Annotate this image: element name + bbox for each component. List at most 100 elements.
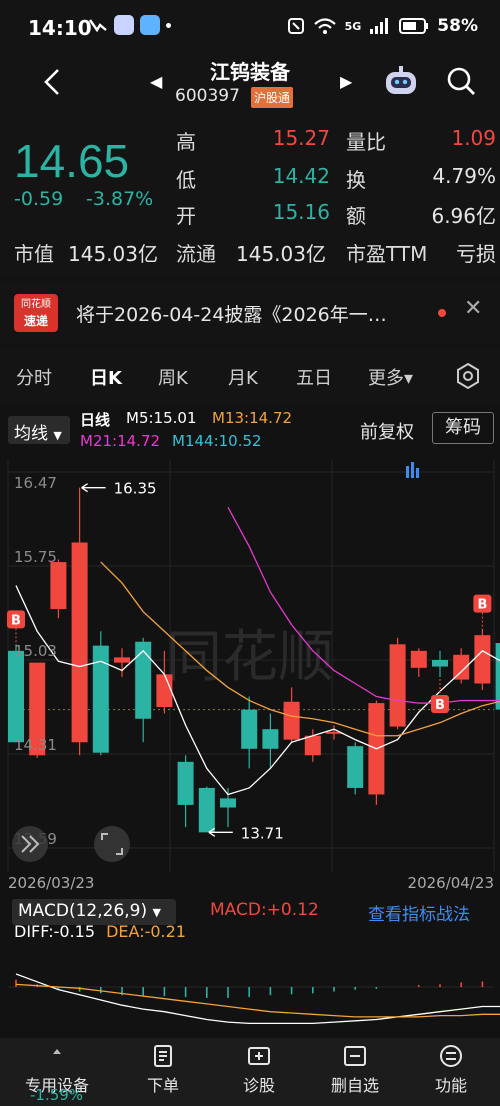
candle-body bbox=[198, 787, 215, 833]
close-icon[interactable]: ✕ bbox=[464, 296, 482, 321]
diagnose-label: 诊股 bbox=[242, 1076, 275, 1095]
remove-watchlist-button[interactable]: 删自选 bbox=[310, 1044, 400, 1096]
settings-icon[interactable] bbox=[454, 362, 482, 390]
column-chart-icon[interactable] bbox=[406, 462, 419, 478]
chevron-down-icon: ▼ bbox=[152, 906, 161, 919]
nfc-icon bbox=[287, 18, 304, 34]
stock-name: 江钨装备 bbox=[210, 60, 290, 84]
order-icon bbox=[154, 1045, 172, 1067]
candle-body bbox=[262, 729, 279, 749]
status-bar: 14:10 5G 58% bbox=[0, 0, 500, 56]
ma21-label: M21:14.72 bbox=[80, 432, 161, 450]
tab-monthly-k[interactable]: 月K bbox=[228, 364, 258, 390]
buy-signal-marker[interactable]: B bbox=[473, 594, 492, 627]
price-change-pct: -3.87% bbox=[86, 188, 154, 210]
candle-body bbox=[241, 709, 258, 749]
market-cap-label: 市值 bbox=[14, 242, 54, 266]
diagnose-button[interactable]: 诊股 bbox=[214, 1044, 304, 1096]
app-notification-icon bbox=[89, 19, 107, 33]
y-tick-label: 15.75 bbox=[14, 548, 57, 566]
ma-select[interactable]: 均线 ▼ bbox=[8, 416, 70, 444]
candle-body bbox=[453, 654, 470, 680]
tab-weekly-k[interactable]: 周K bbox=[158, 364, 188, 390]
price-change: -0.59 bbox=[14, 188, 64, 210]
search-icon[interactable] bbox=[444, 64, 478, 98]
volume-ratio-label: 量比 bbox=[346, 130, 386, 154]
market-cap-value: 145.03亿 bbox=[68, 242, 158, 266]
buy-signal-label: B bbox=[11, 613, 21, 628]
volume-ratio-value: 1.09 bbox=[451, 126, 496, 150]
hk-connect-tag: 沪股通 bbox=[251, 87, 294, 108]
order-button[interactable]: 下单 bbox=[118, 1044, 208, 1096]
candle-body bbox=[474, 635, 491, 684]
candle-body bbox=[495, 643, 500, 710]
order-label: 下单 bbox=[146, 1076, 179, 1095]
turnover-value: 4.79% bbox=[432, 164, 496, 188]
low-price-label: 13.71 bbox=[241, 824, 284, 842]
high-value: 15.27 bbox=[272, 126, 330, 150]
functions-icon bbox=[440, 1045, 462, 1067]
app-notification-icon bbox=[114, 15, 134, 35]
y-tick-label: 15.03 bbox=[14, 642, 57, 660]
chip-distribution-button[interactable]: 筹码 bbox=[432, 412, 494, 444]
news-logo-line1: 同花顺 bbox=[21, 299, 51, 310]
dea-line bbox=[15, 983, 500, 1018]
period-label: 日线 bbox=[80, 411, 111, 429]
remove-watchlist-label: 删自选 bbox=[330, 1076, 379, 1095]
battery-icon bbox=[399, 18, 429, 34]
news-logo: 同花顺 速递 bbox=[14, 294, 58, 332]
news-ticker[interactable]: 同花顺 速递 将于2026-04-24披露《2026年一… ✕ bbox=[0, 282, 500, 344]
battery-level: 58% bbox=[437, 16, 478, 36]
expand-panel-icon[interactable] bbox=[12, 826, 48, 862]
candle-body bbox=[410, 650, 427, 668]
buy-signal-marker[interactable]: B bbox=[431, 678, 449, 713]
macd-chart[interactable] bbox=[0, 940, 500, 1034]
pe-value: 亏损 bbox=[456, 242, 496, 266]
tab-intraday[interactable]: 分时 bbox=[16, 364, 52, 390]
macd-header: MACD(12,26,9) ▼ MACD:+0.12 查看指标战法 DIFF:-… bbox=[0, 894, 500, 944]
more-notifications-icon bbox=[166, 22, 171, 28]
candle-body bbox=[114, 657, 130, 663]
candle-body bbox=[71, 542, 88, 743]
candle-body bbox=[347, 746, 364, 788]
next-stock-arrow-icon[interactable]: ▶ bbox=[340, 72, 352, 91]
fullscreen-icon[interactable] bbox=[94, 826, 130, 862]
diff-value: DIFF:-0.15 bbox=[14, 922, 95, 941]
x-end-label: 2026/04/23 bbox=[408, 874, 494, 892]
indicator-strategy-link[interactable]: 查看指标战法 bbox=[368, 900, 470, 925]
robot-assistant-icon[interactable] bbox=[382, 64, 420, 98]
functions-label: 功能 bbox=[434, 1076, 467, 1095]
tab-daily-k[interactable]: 日K bbox=[90, 364, 122, 390]
bottom-toolbar: 专用设备 -1.59% 下单 诊股 删自选 功能 bbox=[0, 1038, 500, 1106]
wifi-icon bbox=[313, 18, 336, 34]
stock-code: 600397 bbox=[175, 86, 240, 106]
low-label: 低 bbox=[176, 168, 196, 192]
sector-change: -1.59% bbox=[30, 1086, 84, 1104]
ma144-label: M144:10.52 bbox=[172, 432, 262, 450]
buy-signal-marker[interactable]: B bbox=[7, 610, 25, 643]
tab-five-day[interactable]: 五日 bbox=[296, 364, 332, 390]
functions-button[interactable]: 功能 bbox=[406, 1044, 496, 1096]
open-label: 开 bbox=[176, 204, 196, 228]
watermark-text: 同花顺 bbox=[166, 625, 334, 690]
chevron-down-icon: ▼ bbox=[53, 429, 62, 442]
low-value: 14.42 bbox=[272, 164, 330, 188]
price-adjust-select[interactable]: 前复权 bbox=[360, 418, 414, 444]
quote-panel: 14.65 -0.59 -3.87% 高 15.27 低 14.42 开 15.… bbox=[0, 114, 500, 274]
ma5-label: M5:15.01 bbox=[126, 409, 197, 427]
float-cap-label: 流通 bbox=[176, 242, 216, 266]
period-tabs: 分时 日K 周K 月K 五日 更多▾ bbox=[0, 350, 500, 402]
chart-header: 均线 ▼ 日线 M5:15.01 M13:14.72 M21:14.72 M14… bbox=[0, 404, 500, 456]
triangle-up-icon bbox=[53, 1049, 61, 1054]
candle-body bbox=[50, 562, 67, 610]
news-headline[interactable]: 将于2026-04-24披露《2026年一… bbox=[76, 300, 436, 327]
news-logo-line2: 速递 bbox=[23, 314, 48, 328]
high-price-label: 16.35 bbox=[114, 480, 157, 498]
unread-dot bbox=[438, 309, 446, 317]
y-tick-label: 16.47 bbox=[14, 474, 57, 492]
tab-more[interactable]: 更多▾ bbox=[368, 364, 413, 390]
status-time: 14:10 bbox=[28, 16, 92, 40]
x-start-label: 2026/03/23 bbox=[8, 874, 94, 892]
amount-value: 6.96亿 bbox=[431, 204, 496, 228]
kline-chart[interactable]: 同花顺 16.4715.7515.0314.3113.592026/03/232… bbox=[0, 456, 500, 892]
